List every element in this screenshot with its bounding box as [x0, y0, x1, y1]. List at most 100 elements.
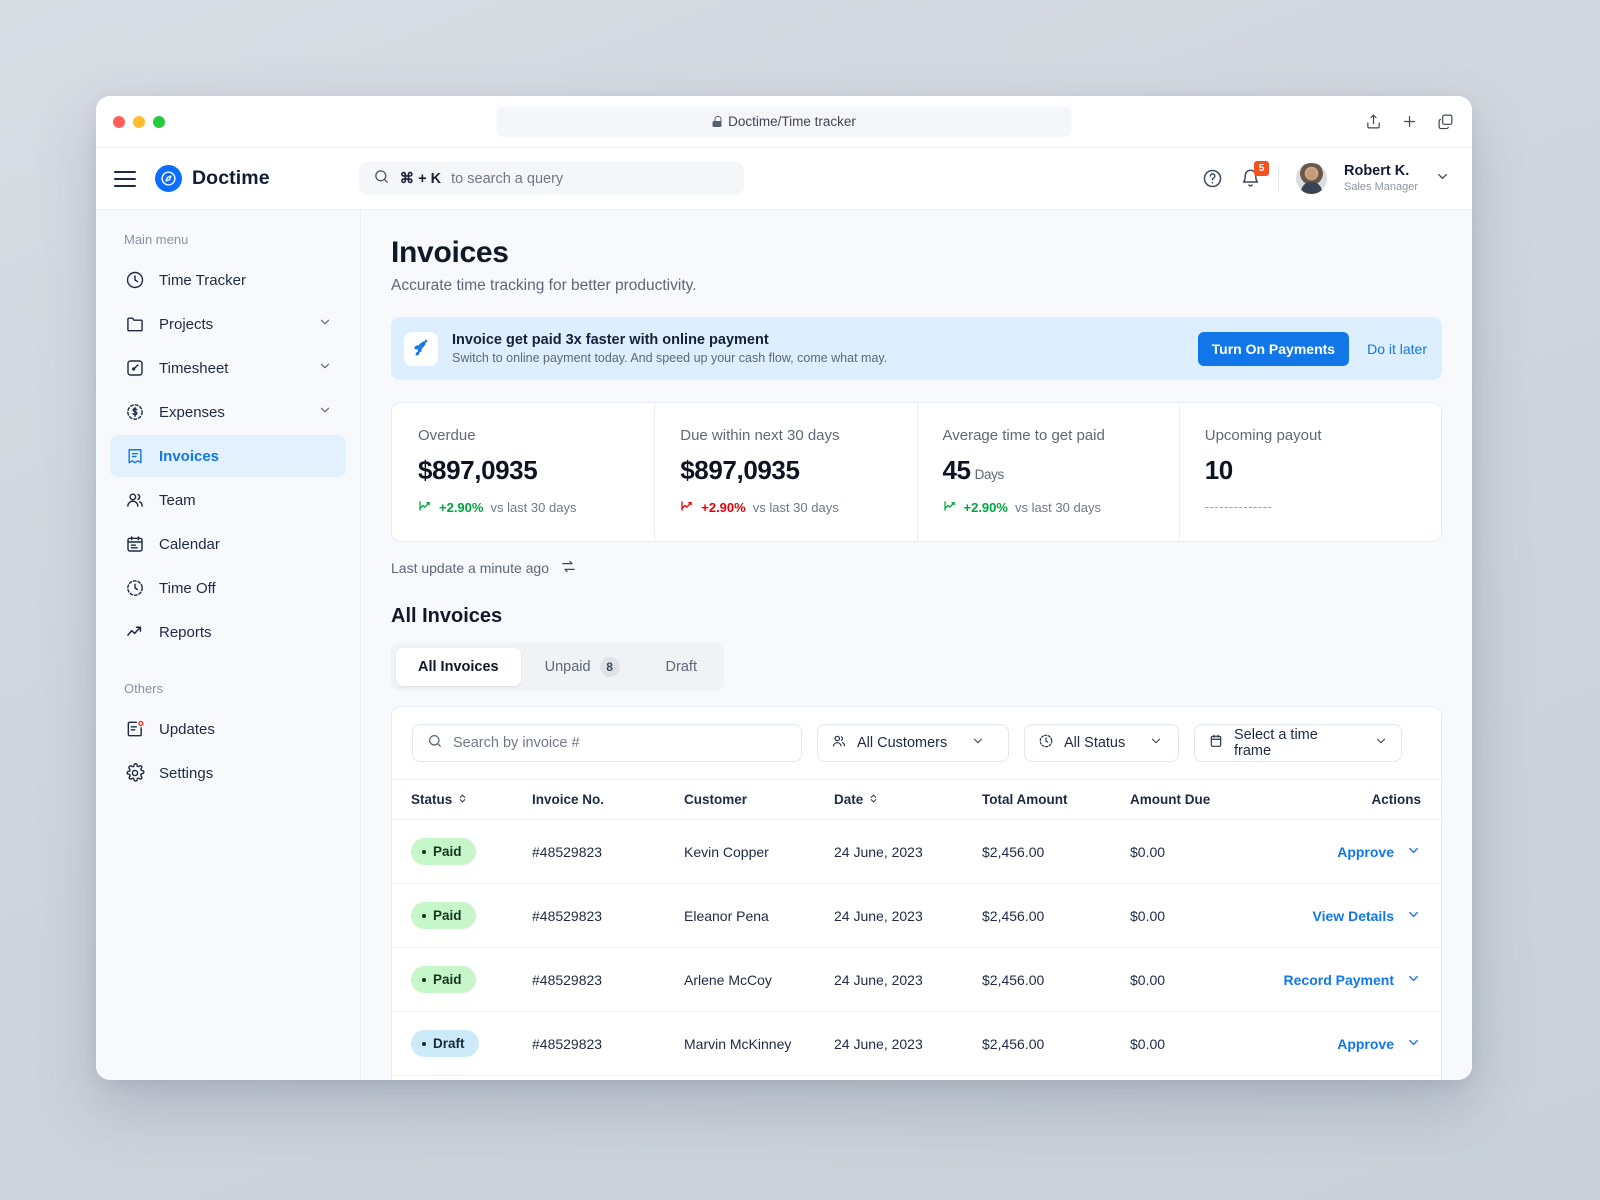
timeframe-filter-select[interactable]: Select a time frame — [1194, 724, 1402, 762]
brand-logo[interactable]: Doctime — [155, 165, 270, 192]
search-icon — [373, 168, 390, 190]
column-label: Invoice No. — [532, 792, 604, 807]
tab-all-invoices[interactable]: All Invoices — [396, 648, 521, 686]
status-dot-icon — [422, 850, 426, 854]
cell-actions: Approve — [1280, 1012, 1441, 1076]
status-dot-icon — [422, 978, 426, 982]
app-header: Doctime ⌘ + K to search a query 5 — [96, 148, 1472, 210]
cell-invoice-no: #48529823 — [532, 820, 684, 884]
search-input[interactable]: Search by invoice # — [412, 724, 802, 762]
row-action-link[interactable]: Approve — [1337, 1036, 1394, 1052]
user-name: Robert K. — [1344, 163, 1418, 180]
refresh-icon[interactable] — [560, 558, 577, 578]
column-header-status[interactable]: Status — [392, 780, 532, 820]
row-menu-chevron-down-icon[interactable] — [1406, 1035, 1421, 1053]
sidebar-item-label: Settings — [159, 765, 213, 782]
turn-on-payments-button[interactable]: Turn On Payments — [1198, 332, 1349, 366]
chevron-down-icon — [1374, 734, 1388, 753]
cell-actions: Approve — [1280, 820, 1441, 884]
menu-toggle-icon[interactable] — [114, 171, 136, 187]
page-title: Invoices — [391, 236, 1442, 270]
row-menu-chevron-down-icon[interactable] — [1406, 843, 1421, 861]
do-it-later-link[interactable]: Do it later — [1367, 341, 1427, 357]
copy-tabs-icon[interactable] — [1437, 113, 1454, 130]
sidebar-item-invoices[interactable]: Invoices — [110, 435, 346, 477]
row-action-link[interactable]: View Details — [1313, 908, 1394, 924]
tab-count-badge: 8 — [600, 657, 620, 677]
tab-label: Unpaid — [545, 659, 591, 675]
help-icon[interactable] — [1202, 168, 1223, 189]
sidebar-item-updates[interactable]: Updates — [110, 708, 346, 750]
notifications-bell-icon[interactable]: 5 — [1240, 168, 1261, 189]
row-menu-chevron-down-icon[interactable] — [1406, 907, 1421, 925]
table-row[interactable]: Paid#48529823Arlene McCoy24 June, 2023$2… — [392, 948, 1441, 1012]
cell-amount-due: $0.00 — [1130, 1076, 1280, 1081]
plus-icon[interactable] — [1401, 113, 1418, 130]
row-action-link[interactable]: Record Payment — [1284, 972, 1394, 988]
sidebar-item-expenses[interactable]: Expenses — [110, 391, 346, 433]
timeframe-filter-value: Select a time frame — [1234, 727, 1350, 759]
cell-date: 24 June, 2023 — [834, 884, 982, 948]
cell-customer: Kevin Copper — [684, 820, 834, 884]
user-menu-chevron-down-icon[interactable] — [1435, 169, 1450, 189]
row-menu-chevron-down-icon[interactable] — [1406, 971, 1421, 989]
sidebar-item-time-off[interactable]: Time Off — [110, 567, 346, 609]
page-subtitle: Accurate time tracking for better produc… — [391, 277, 1442, 295]
minimize-window-button[interactable] — [133, 116, 145, 128]
sidebar-item-timesheet[interactable]: Timesheet — [110, 347, 346, 389]
cell-status: Paid — [392, 884, 532, 948]
table-row[interactable]: Overdue#48529823Bessie Cooper24 June, 20… — [392, 1076, 1441, 1081]
cell-customer: Eleanor Pena — [684, 884, 834, 948]
section-title: All Invoices — [391, 605, 1442, 628]
sidebar-section-others-label: Others — [96, 681, 360, 706]
table-row[interactable]: Paid#48529823Eleanor Pena24 June, 2023$2… — [392, 884, 1441, 948]
status-filter-select[interactable]: All Status — [1024, 724, 1179, 762]
column-header-date[interactable]: Date — [834, 780, 982, 820]
sidebar-item-label: Expenses — [159, 404, 225, 421]
chevron-down-icon[interactable] — [318, 403, 332, 421]
sort-icon[interactable] — [457, 792, 468, 807]
global-search-input[interactable]: ⌘ + K to search a query — [359, 162, 744, 195]
cell-status: Paid — [392, 820, 532, 884]
row-action-link[interactable]: Approve — [1337, 844, 1394, 860]
chevron-down-icon[interactable] — [318, 315, 332, 333]
trend-up-icon — [943, 499, 957, 516]
stat-value: $897,0935 — [418, 455, 654, 486]
customers-filter-select[interactable]: All Customers — [817, 724, 1009, 762]
status-badge-label: Paid — [433, 908, 462, 923]
address-bar[interactable]: Doctime/Time tracker — [497, 107, 1072, 137]
rocket-icon — [404, 332, 438, 366]
maximize-window-button[interactable] — [153, 116, 165, 128]
tab-draft[interactable]: Draft — [644, 648, 719, 686]
browser-titlebar: Doctime/Time tracker — [96, 96, 1472, 148]
cell-total-amount: $2,456.00 — [982, 884, 1130, 948]
cell-invoice-no: #48529823 — [532, 1012, 684, 1076]
clock-icon — [124, 270, 145, 291]
tab-unpaid[interactable]: Unpaid 8 — [523, 648, 642, 686]
status-badge: Paid — [411, 966, 476, 993]
close-window-button[interactable] — [113, 116, 125, 128]
search-placeholder-text: Search by invoice # — [453, 735, 580, 751]
sidebar-item-projects[interactable]: Projects — [110, 303, 346, 345]
sidebar-item-calendar[interactable]: Calendar — [110, 523, 346, 565]
stat-label: Upcoming payout — [1205, 427, 1441, 444]
last-update-row: Last update a minute ago — [391, 558, 1442, 578]
sidebar-item-label: Projects — [159, 316, 213, 333]
status-badge: Paid — [411, 902, 476, 929]
address-bar-text: Doctime/Time tracker — [728, 114, 856, 129]
column-label: Actions — [1371, 792, 1421, 807]
sidebar-item-label: Time Tracker — [159, 272, 246, 289]
sidebar-item-time-tracker[interactable]: Time Tracker — [110, 259, 346, 301]
status-dot-icon — [422, 1042, 426, 1046]
table-row[interactable]: Draft#48529823Marvin McKinney24 June, 20… — [392, 1012, 1441, 1076]
sidebar-item-team[interactable]: Team — [110, 479, 346, 521]
share-icon[interactable] — [1365, 113, 1382, 130]
sidebar-item-settings[interactable]: Settings — [110, 752, 346, 794]
sidebar-item-label: Updates — [159, 721, 215, 738]
chevron-down-icon[interactable] — [318, 359, 332, 377]
sidebar-item-reports[interactable]: Reports — [110, 611, 346, 653]
user-avatar[interactable] — [1296, 163, 1327, 194]
table-row[interactable]: Paid#48529823Kevin Copper24 June, 2023$2… — [392, 820, 1441, 884]
sort-icon[interactable] — [868, 792, 879, 807]
invoices-table: Status Invoice No. Customer Dat — [392, 779, 1441, 1080]
